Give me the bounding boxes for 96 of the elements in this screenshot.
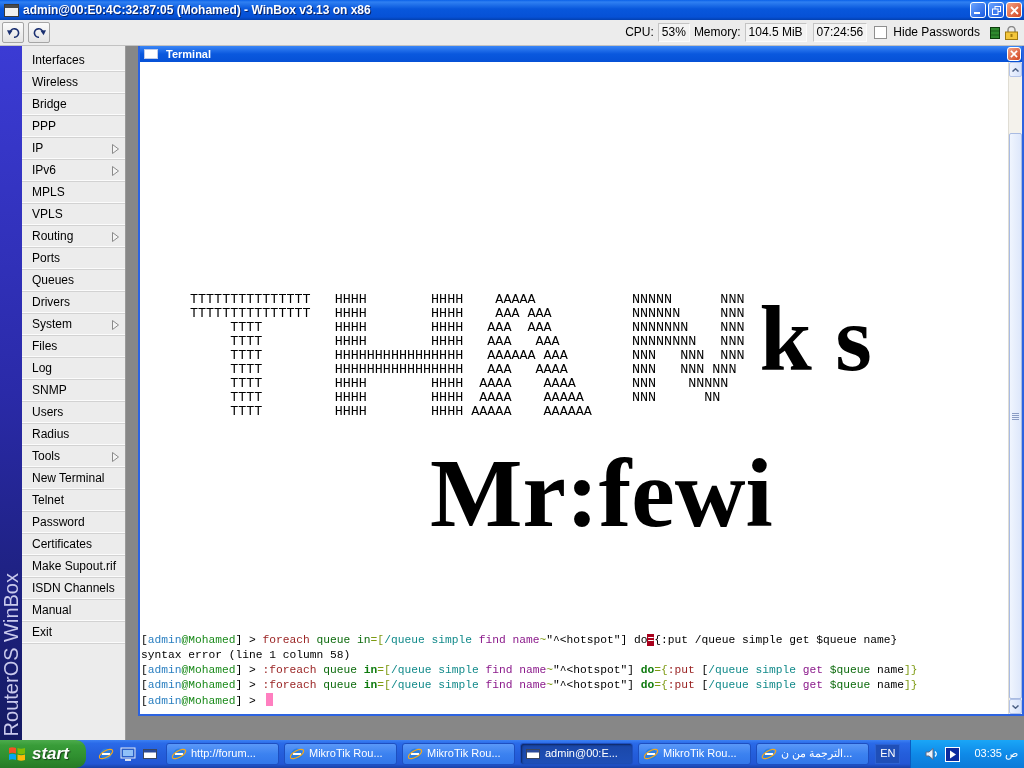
- terminal-line: syntax error (line 1 column 58): [141, 648, 351, 663]
- grip-icon: [1012, 412, 1019, 420]
- speaker-icon[interactable]: [925, 747, 940, 761]
- undo-button[interactable]: [2, 22, 24, 43]
- ascii-art-line: TTTT HHHH HHHH AAA AAA NNNNNNNN NNN: [229, 335, 745, 349]
- menu-item[interactable]: IP: [22, 138, 125, 160]
- ascii-art-line: TTTT HHHH HHHH AAAA AAAAA NNN NN: [229, 391, 721, 405]
- menu-item[interactable]: Wireless: [22, 72, 125, 94]
- menu-item[interactable]: Drivers: [22, 292, 125, 314]
- window-icon: [144, 49, 158, 59]
- menu-item[interactable]: Bridge: [22, 94, 125, 116]
- clock: 03:35 ص: [974, 747, 1018, 761]
- e-logo-icon: [761, 746, 777, 762]
- taskbar-button[interactable]: MikroTik Rou...: [638, 743, 751, 765]
- undo-icon: [6, 27, 20, 38]
- ascii-art-line: TTTTTTTTTTTTTTT HHHH HHHH AAA AAA NNNNNN NNN: [190, 307, 745, 321]
- large-letters: k s: [759, 291, 872, 385]
- menu-item[interactable]: System: [22, 314, 125, 336]
- terminal-line: [admin@Mohamed] >: [141, 693, 273, 709]
- minimize-icon: [974, 12, 980, 14]
- taskbar-button[interactable]: MikroTik Rou...: [402, 743, 515, 765]
- ascii-art-line: TTTT HHHH HHHH AAAA AAAA NNN NNNNN: [229, 377, 729, 391]
- terminal-line: [admin@Mohamed] > :foreach queue in=[/queue simple find name~"^<hotspot"] do={:put [/queue simple get $queue name]}: [141, 663, 918, 678]
- restore-icon: [991, 5, 1001, 15]
- menu-item[interactable]: Files: [22, 336, 125, 358]
- taskbar-button[interactable]: MikroTik Rou...: [284, 743, 397, 765]
- menu-item[interactable]: IPv6: [22, 160, 125, 182]
- menu-item[interactable]: Radius: [22, 424, 125, 446]
- redo-icon: [32, 27, 46, 38]
- terminal-title: Terminal: [166, 47, 212, 61]
- ascii-art-line: TTTT HHHHHHHHHHHHHHHH AAA AAAA NNN NNN NNN: [229, 363, 737, 377]
- window-icon[interactable]: [142, 746, 158, 762]
- lock-icon: [1005, 25, 1018, 40]
- terminal-line: [admin@Mohamed] > :foreach queue in=[/queue simple find name~"^<hotspot"] do={:put [/queue simple get $queue name]}: [141, 678, 918, 693]
- taskbar-button[interactable]: http://forum...: [166, 743, 279, 765]
- brand-label: RouterOS WinBox: [0, 572, 22, 736]
- window-icon: [525, 746, 541, 762]
- memory-value: 104.5 MiB: [744, 23, 807, 42]
- menu-item[interactable]: Queues: [22, 270, 125, 292]
- menu-item[interactable]: Make Supout.rif: [22, 556, 125, 578]
- menu-item[interactable]: Certificates: [22, 534, 125, 556]
- play-icon[interactable]: [945, 746, 961, 762]
- menu-item[interactable]: PPP: [22, 116, 125, 138]
- menu-item[interactable]: New Terminal: [22, 468, 125, 490]
- minimize-button[interactable]: [970, 2, 986, 18]
- hide-passwords-label: Hide Passwords: [893, 25, 980, 40]
- menu-item[interactable]: Telnet: [22, 490, 125, 512]
- restore-button[interactable]: [988, 2, 1004, 18]
- menu-item[interactable]: ISDN Channels: [22, 578, 125, 600]
- e-logo-icon[interactable]: [98, 746, 114, 762]
- ascii-art-line: TTTTTTTTTTTTTTT HHHH HHHH AAAAA NNNNN NNN: [190, 293, 745, 307]
- close-icon: [1009, 5, 1019, 15]
- banner-text: Mr:fewi: [430, 444, 773, 542]
- menu-item[interactable]: Manual: [22, 600, 125, 622]
- menu-item[interactable]: SNMP: [22, 380, 125, 402]
- window-title: admin@00:E0:4C:32:87:05 (Mohamed) - WinBox v3.13 on x86: [23, 2, 371, 18]
- menu-item[interactable]: VPLS: [22, 204, 125, 226]
- terminal-line: [admin@Mohamed] > foreach queue in=[/queue simple find name~"^<hotspot"] do={:put /queue simple get $queue name}: [141, 633, 898, 648]
- close-button[interactable]: [1007, 47, 1021, 61]
- e-logo-icon: [643, 746, 659, 762]
- menu-item[interactable]: Interfaces: [22, 50, 125, 72]
- close-button[interactable]: [1006, 2, 1022, 18]
- redo-button[interactable]: [28, 22, 50, 43]
- cpu-value: 53%: [657, 23, 690, 42]
- menu-item[interactable]: Routing: [22, 226, 125, 248]
- e-logo-icon: [407, 746, 423, 762]
- memory-label: Memory:: [693, 25, 741, 40]
- app-window-icon: [4, 3, 19, 17]
- scroll-down-button[interactable]: [1009, 699, 1022, 714]
- menu-item[interactable]: Ports: [22, 248, 125, 270]
- menu-item[interactable]: Tools: [22, 446, 125, 468]
- cpu-label: CPU:: [625, 25, 654, 40]
- scroll-up-button[interactable]: [1009, 62, 1022, 77]
- hide-passwords-checkbox[interactable]: [874, 26, 888, 39]
- desktop-icon[interactable]: [120, 746, 136, 762]
- menu-item[interactable]: Password: [22, 512, 125, 534]
- close-icon: [1010, 50, 1018, 58]
- e-logo-icon: [289, 746, 305, 762]
- caret-down-icon: [1012, 704, 1019, 709]
- menu-item[interactable]: Users: [22, 402, 125, 424]
- taskbar-button[interactable]: admin@00:E...: [520, 743, 633, 765]
- flag-logo-icon: [8, 746, 26, 762]
- scroll-thumb[interactable]: [1009, 133, 1022, 699]
- menu-item[interactable]: Exit: [22, 622, 125, 644]
- e-logo-icon: [171, 746, 187, 762]
- ascii-art-line: TTTT HHHHHHHHHHHHHHHH AAAAAA AAA NNN NNN NNN: [229, 349, 745, 363]
- ascii-art-line: TTTT HHHH HHHH AAA AAA NNNNNNN NNN: [229, 321, 745, 335]
- language-indicator[interactable]: EN: [875, 744, 901, 764]
- taskbar-button[interactable]: الترجمة من ن...: [756, 743, 869, 765]
- menu-item[interactable]: Log: [22, 358, 125, 380]
- menu-item[interactable]: MPLS: [22, 182, 125, 204]
- start-button[interactable]: start: [0, 740, 86, 768]
- caret-up-icon: [1012, 67, 1019, 72]
- ascii-art-line: TTTT HHHH HHHH AAAAA AAAAAA: [229, 405, 592, 419]
- time-value: 07:24:56: [812, 23, 868, 42]
- square-indicator-icon: [990, 26, 1000, 39]
